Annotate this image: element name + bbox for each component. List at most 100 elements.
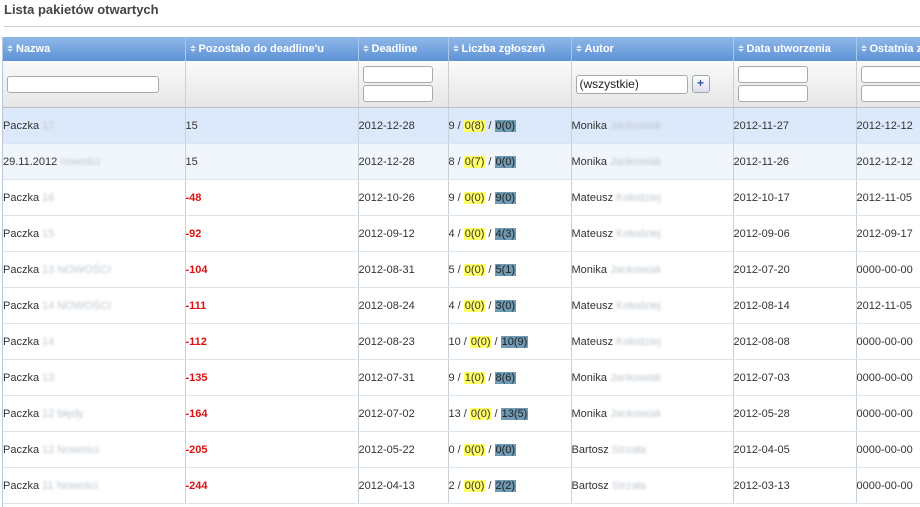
- remaining-days-cell: -111: [185, 288, 358, 324]
- table-row[interactable]: Paczka17152012-12-289 / 0(8) / 0(0)Monik…: [3, 108, 920, 144]
- last-change-date: 2012-09-17: [857, 228, 913, 240]
- report-count-a: 0(7): [464, 156, 486, 168]
- table-row[interactable]: Paczka11 Nowości-2442012-04-132 / 0(0) /…: [3, 468, 920, 504]
- package-name-cell: 29.11.2012nowości: [3, 144, 185, 180]
- sort-icon[interactable]: [576, 45, 582, 52]
- deadline-date: 2012-08-23: [359, 336, 415, 348]
- report-count-total: 4: [449, 300, 455, 312]
- table-row[interactable]: Paczka12 Nowości-2052012-05-220 / 0(0) /…: [3, 432, 920, 468]
- author-first-name: Mateusz: [572, 336, 614, 348]
- sort-icon[interactable]: [363, 45, 369, 52]
- deadline-date: 2012-08-24: [359, 300, 415, 312]
- column-header-remaining[interactable]: Pozostało do deadline'u: [185, 37, 358, 61]
- report-count-cell: 13 / 0(0) / 13(5): [448, 396, 571, 432]
- report-count-a: 0(0): [470, 336, 492, 348]
- add-author-button[interactable]: +: [692, 75, 710, 93]
- author-last-name-blurred: Kołodziej: [616, 228, 661, 240]
- package-name: Paczka: [3, 372, 39, 384]
- created-to-input[interactable]: [738, 85, 808, 102]
- sort-icon[interactable]: [453, 45, 459, 52]
- package-name-cell: Paczka13 NOWOŚCI: [3, 252, 185, 288]
- table-row[interactable]: Paczka12 błędy-1642012-07-0213 / 0(0) / …: [3, 396, 920, 432]
- package-name-cell: Paczka13: [3, 360, 185, 396]
- remaining-days-cell: -244: [185, 468, 358, 504]
- report-count-b: 0(0): [495, 120, 517, 132]
- report-count-total: 5: [449, 264, 455, 276]
- filter-row: +: [3, 61, 920, 108]
- table-row[interactable]: Paczka14-1122012-08-2310 / 0(0) / 10(9)M…: [3, 324, 920, 360]
- remaining-days-cell: -92: [185, 216, 358, 252]
- table-row[interactable]: Paczka14 NOWOŚCI-1112012-08-244 / 0(0) /…: [3, 288, 920, 324]
- deadline-cell: 2012-08-24: [358, 288, 448, 324]
- sort-icon[interactable]: [190, 45, 196, 52]
- last-change-cell: 2012-12-12: [856, 108, 920, 144]
- deadline-cell: 2012-08-23: [358, 324, 448, 360]
- column-header-count[interactable]: Liczba zgłoszeń: [448, 37, 571, 61]
- package-name-blurred: 11 Nowości: [42, 480, 98, 492]
- author-first-name: Mateusz: [572, 192, 614, 204]
- name-filter-input[interactable]: [7, 76, 159, 93]
- deadline-cell: 2012-12-28: [358, 108, 448, 144]
- header-row: Nazwa Pozostało do deadline'u Deadline L…: [3, 37, 920, 61]
- report-count-b: 5(1): [495, 264, 517, 276]
- column-header-created[interactable]: Data utworzenia: [733, 37, 856, 61]
- last-change-date: 0000-00-00: [857, 444, 913, 456]
- remaining-days: -48: [186, 192, 202, 204]
- table-row[interactable]: Paczka13-1352012-07-319 / 1(0) / 8(6)Mon…: [3, 360, 920, 396]
- table-row[interactable]: Paczka15-922012-09-124 / 0(0) / 4(3)Mate…: [3, 216, 920, 252]
- remaining-days: -244: [186, 480, 208, 492]
- deadline-to-input[interactable]: [363, 85, 433, 102]
- column-header-deadline[interactable]: Deadline: [358, 37, 448, 61]
- package-name: Paczka: [3, 300, 39, 312]
- author-cell: MonikaJankowiak: [571, 252, 733, 288]
- author-filter-select[interactable]: [576, 75, 688, 94]
- last-change-date: 2012-11-05: [857, 300, 912, 312]
- last-change-cell: 2012-11-05: [856, 180, 920, 216]
- author-cell: BartoszStrzała: [571, 468, 733, 504]
- deadline-date: 2012-08-31: [359, 264, 415, 276]
- report-count-b: 10(9): [501, 336, 529, 348]
- report-count-total: 8: [449, 156, 455, 168]
- package-name: Paczka: [3, 480, 39, 492]
- remaining-filter-cell: [185, 61, 358, 108]
- package-name: Paczka: [3, 408, 39, 420]
- deadline-cell: 2012-07-31: [358, 360, 448, 396]
- table-row[interactable]: 29.11.2012nowości152012-12-288 / 0(7) / …: [3, 144, 920, 180]
- package-name-blurred: 15: [42, 228, 54, 240]
- last-change-from-input[interactable]: [861, 66, 920, 83]
- report-count-cell: 8 / 0(7) / 0(0): [448, 144, 571, 180]
- sort-icon[interactable]: [738, 45, 744, 52]
- last-change-cell: 0000-00-00: [856, 252, 920, 288]
- sort-icon[interactable]: [7, 45, 13, 52]
- report-count-a: 1(0): [464, 372, 486, 384]
- last-change-date: 0000-00-00: [857, 408, 913, 420]
- deadline-date: 2012-10-26: [359, 192, 415, 204]
- sort-icon[interactable]: [861, 45, 867, 52]
- table-row[interactable]: Paczka16-482012-10-269 / 0(0) / 9(0)Mate…: [3, 180, 920, 216]
- report-count-cell: 4 / 0(0) / 4(3): [448, 216, 571, 252]
- deadline-cell: 2012-12-28: [358, 144, 448, 180]
- report-count-b: 2(2): [495, 480, 517, 492]
- column-header-name[interactable]: Nazwa: [3, 37, 185, 61]
- packages-grid: Nazwa Pozostało do deadline'u Deadline L…: [2, 37, 920, 507]
- deadline-from-input[interactable]: [363, 66, 433, 83]
- created-from-input[interactable]: [738, 66, 808, 83]
- column-header-author[interactable]: Autor: [571, 37, 733, 61]
- package-name-blurred: 12 błędy: [42, 408, 84, 420]
- author-filter-cell: +: [571, 61, 733, 108]
- remaining-days: -112: [186, 336, 207, 348]
- column-header-last-change[interactable]: Ostatnia zmiana: [856, 37, 920, 61]
- last-change-date: 2012-11-05: [857, 192, 912, 204]
- package-name-blurred: 14 NOWOŚCI: [42, 300, 111, 312]
- report-count-total: 10: [449, 336, 461, 348]
- created-date-cell: 2012-07-03: [733, 360, 856, 396]
- created-date-cell: 2012-11-27: [733, 108, 856, 144]
- last-change-cell: 2012-12-12: [856, 144, 920, 180]
- count-filter-cell: [448, 61, 571, 108]
- last-change-to-input[interactable]: [861, 85, 920, 102]
- author-first-name: Monika: [572, 408, 607, 420]
- report-count-b: 13(5): [501, 408, 529, 420]
- remaining-days-cell: -104: [185, 252, 358, 288]
- table-row[interactable]: Paczka13 NOWOŚCI-1042012-08-315 / 0(0) /…: [3, 252, 920, 288]
- report-count-total: 13: [449, 408, 461, 420]
